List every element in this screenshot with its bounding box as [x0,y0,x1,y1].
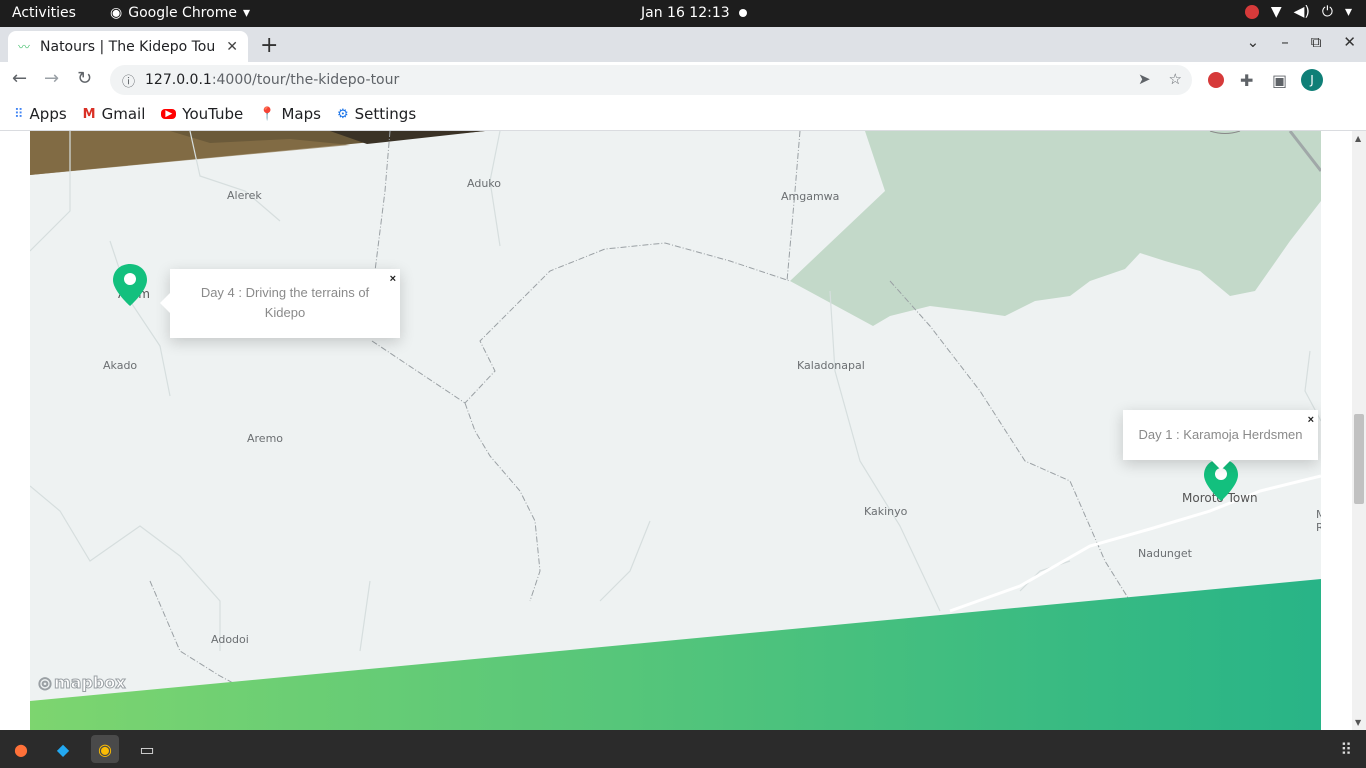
restore-icon[interactable]: ⧉ [1311,33,1322,51]
map-popup-day1: × Day 1 : Karamoja Herdsmen [1123,410,1318,470]
popup-text: Day 4 : Driving the terrains of Kidepo [200,285,370,320]
section-green-band [30,579,1321,730]
national-park-area [790,131,1321,326]
bookmark-apps[interactable]: ⠿ Apps [14,105,67,123]
system-tray[interactable]: ▼ ◀) ⏻ ▾ [1244,4,1352,20]
place-label: Adodoi [211,633,249,646]
bookmark-gmail[interactable]: M Gmail [83,105,146,123]
browser-toolbar: ← → ↻ ⓘ 127.0.0.1:4000/tour/the-kidepo-t… [0,62,1366,98]
tab-strip: 〰 Natours | The Kidepo Tour ✕ + ⌄ – ⧉ ✕ [0,27,1366,62]
activities-button[interactable]: Activities [12,5,76,21]
extensions-puzzle-icon[interactable]: ✚ [1240,71,1253,90]
maps-icon: 📍 [259,106,276,122]
show-apps-icon[interactable]: ⠿ [1340,740,1352,759]
bookmarks-bar: ⠿ Apps M Gmail ▶ YouTube 📍 Maps ⚙ Settin… [0,98,1366,131]
profile-avatar[interactable]: J [1301,69,1323,91]
chrome-dock-icon[interactable]: ◉ [91,735,119,763]
popup-text: Day 1 : Karamoja Herdsmen [1138,427,1303,442]
bookmark-star-icon[interactable]: ☆ [1169,70,1182,88]
scroll-thumb[interactable] [1354,414,1364,504]
bookmark-label: YouTube [182,105,244,123]
bookmark-settings[interactable]: ⚙ Settings [337,105,416,123]
bookmark-label: Gmail [101,105,146,123]
reload-icon[interactable]: ↻ [77,68,92,89]
bookmark-youtube[interactable]: ▶ YouTube [161,105,243,123]
page-viewport: Alerek Aduko Amgamwa Akado Aremo Kaladon… [0,131,1366,730]
wifi-icon: ▼ [1270,4,1282,20]
side-panel-icon[interactable]: ▣ [1272,71,1287,90]
system-top-bar: Activities ◉ Google Chrome ▾ Jan 16 12:1… [0,0,1366,27]
close-tab-icon[interactable]: ✕ [226,39,238,55]
minimize-icon[interactable]: – [1281,33,1289,51]
address-bar[interactable]: ⓘ 127.0.0.1:4000/tour/the-kidepo-tour ➤ … [110,65,1192,95]
tab-natours[interactable]: 〰 Natours | The Kidepo Tour ✕ [8,31,248,62]
location-marker-icon[interactable] [113,264,147,306]
tab-search-icon[interactable]: ⌄ [1247,33,1260,51]
send-tab-icon[interactable]: ➤ [1138,70,1151,88]
map-popup-day4: × Day 4 : Driving the terrains of Kidepo [160,269,400,338]
vscode-icon[interactable]: ◆ [49,735,77,763]
place-label: Amgamwa [781,190,840,203]
tab-title: Natours | The Kidepo Tour [40,38,217,55]
extension-red-icon[interactable] [1208,72,1224,88]
popup-tip [1211,460,1231,470]
scroll-down-icon[interactable]: ▼ [1355,718,1361,727]
new-tab-button[interactable]: + [260,33,278,58]
notification-dot-icon [739,9,747,17]
place-label: Kaladonapal [797,359,865,372]
page-scrollbar[interactable]: ▲ ▼ [1352,131,1366,730]
gear-icon: ⚙ [336,106,349,122]
clock[interactable]: Jan 16 12:13 [641,5,730,21]
chevron-down-icon: ▾ [1344,4,1352,20]
mapbox-icon: ◎ [38,673,53,693]
natours-favicon-icon: 〰 [18,40,31,54]
place-label: R [1316,521,1321,534]
alert-icon [1244,5,1259,19]
taskbar-dock: ● ◆ ◉ ▭ ⠿ [0,730,1366,768]
scroll-up-icon[interactable]: ▲ [1355,134,1361,143]
tour-map[interactable]: Alerek Aduko Amgamwa Akado Aremo Kaladon… [30,131,1321,730]
place-label: M [1316,508,1321,521]
place-label: Aremo [247,432,284,445]
volume-icon: ◀) [1293,4,1310,20]
url-text: 127.0.0.1:4000/tour/the-kidepo-tour [145,72,400,88]
place-label: Kakinyo [864,505,908,518]
close-window-icon[interactable]: ✕ [1343,33,1356,51]
back-icon[interactable]: ← [12,68,27,89]
gmail-icon: M [82,106,96,122]
place-label: Aduko [467,177,501,190]
power-icon: ⏻ [1321,4,1333,20]
place-label: Alerek [227,189,262,202]
firefox-icon[interactable]: ● [7,735,35,763]
app-menu[interactable]: ◉ Google Chrome ▾ [110,5,250,21]
youtube-icon: ▶ [161,109,177,119]
popup-tip [160,293,170,313]
popup-close-button[interactable]: × [1308,410,1314,430]
mapbox-wordmark: mapbox [53,673,126,693]
bookmark-label: Settings [354,105,417,123]
app-menu-label: Google Chrome [128,5,237,21]
chevron-down-icon: ▾ [242,5,250,21]
bookmark-maps[interactable]: 📍 Maps [259,105,321,123]
forward-icon[interactable]: → [44,68,59,89]
popup-close-button[interactable]: × [390,269,396,289]
mapbox-logo[interactable]: ◎ mapbox [38,673,127,693]
chrome-icon: ◉ [110,5,123,21]
bookmark-label: Apps [29,105,67,123]
site-info-icon[interactable]: ⓘ [122,71,135,90]
place-label: Akado [103,359,138,372]
files-icon[interactable]: ▭ [133,735,161,763]
place-label: Nadunget [1138,547,1192,560]
apps-grid-icon: ⠿ [14,106,24,122]
bookmark-label: Maps [281,105,321,123]
window-controls: ⌄ – ⧉ ✕ [1247,33,1356,51]
